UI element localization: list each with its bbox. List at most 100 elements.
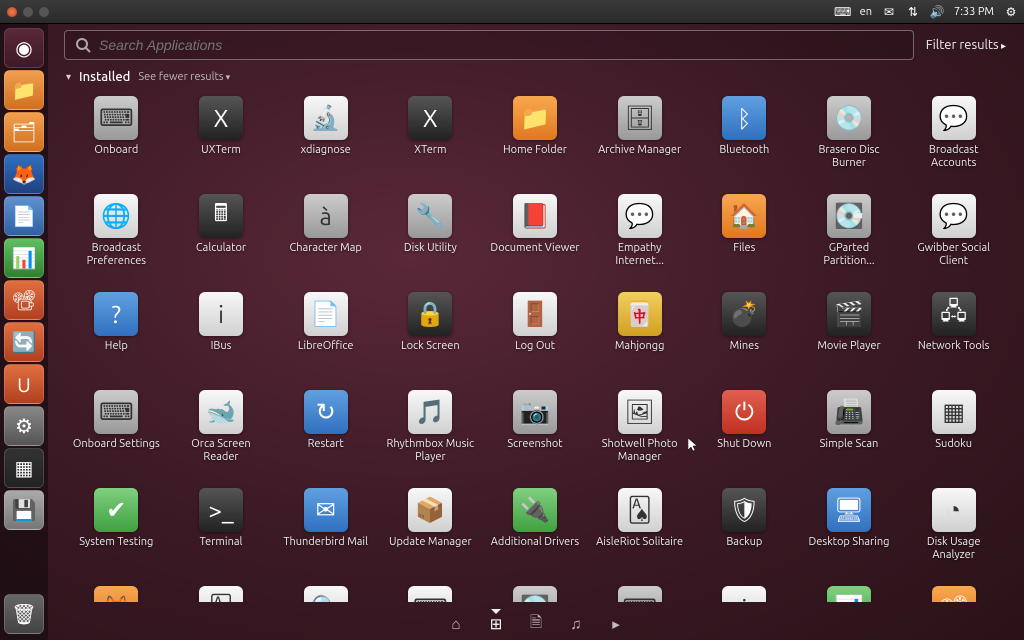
app-row47[interactable]: 🔍 <box>273 582 378 602</box>
launcher-item-firefox[interactable]: 🦊 <box>4 154 44 194</box>
app-rhythmbox-music-player[interactable]: 🎵Rhythmbox Music Player <box>378 386 483 482</box>
lens-video-icon[interactable]: ▸ <box>607 615 625 633</box>
app-archive-manager[interactable]: 🗄Archive Manager <box>587 92 692 188</box>
lens-applications-icon[interactable]: ⊞ <box>487 615 505 633</box>
app-lock-screen[interactable]: 🔒Lock Screen <box>378 288 483 384</box>
app-label: Help <box>105 340 128 353</box>
app-mines[interactable]: 💣Mines <box>692 288 797 384</box>
window-maximize-button[interactable] <box>38 6 50 18</box>
app-bluetooth[interactable]: ᛒBluetooth <box>692 92 797 188</box>
clock-label[interactable]: 7:33 PM <box>954 6 994 18</box>
filter-results-button[interactable]: Filter results <box>926 38 1006 52</box>
app-onboard-settings[interactable]: ⌨Onboard Settings <box>64 386 169 482</box>
app-brasero-disc-burner[interactable]: 💿Brasero Disc Burner <box>797 92 902 188</box>
app-row48[interactable]: ⌨ <box>378 582 483 602</box>
app-backup[interactable]: 🛡Backup <box>692 484 797 580</box>
launcher-item-workspace-switcher[interactable]: ▦ <box>4 448 44 488</box>
app-terminal[interactable]: >_Terminal <box>169 484 274 580</box>
app-label: UXTerm <box>201 144 241 157</box>
app-row51[interactable]: i <box>692 582 797 602</box>
app-label: Gwibber Social Client <box>908 242 1000 268</box>
network-icon[interactable]: ⇅ <box>906 5 920 19</box>
app-row49[interactable]: 💽 <box>483 582 588 602</box>
app-document-viewer[interactable]: 📕Document Viewer <box>483 190 588 286</box>
app-onboard[interactable]: ⌨Onboard <box>64 92 169 188</box>
app-broadcast-accounts[interactable]: 💬Broadcast Accounts <box>901 92 1006 188</box>
session-gear-icon[interactable]: ⚙ <box>1004 5 1018 19</box>
app-update-manager[interactable]: 📦Update Manager <box>378 484 483 580</box>
app-network-tools[interactable]: 🖧Network Tools <box>901 288 1006 384</box>
lens-music-icon[interactable]: ♫ <box>567 615 585 633</box>
launcher-item-mounted-drive[interactable]: 💾 <box>4 490 44 530</box>
search-input[interactable] <box>99 37 903 53</box>
keyboard-indicator-icon[interactable]: ⌨ <box>836 5 850 19</box>
window-controls <box>6 6 50 18</box>
app-log-out[interactable]: 🚪Log Out <box>483 288 588 384</box>
app-restart[interactable]: ↻Restart <box>273 386 378 482</box>
launcher-item-impress[interactable]: 📽 <box>4 280 44 320</box>
app-sudoku[interactable]: ▦Sudoku <box>901 386 1006 482</box>
expand-toggle-icon[interactable]: ▾ <box>66 71 71 83</box>
lens-home-icon[interactable]: ⌂ <box>447 615 465 633</box>
launcher-item-software-updater[interactable]: 🔄 <box>4 322 44 362</box>
app-character-map[interactable]: àCharacter Map <box>273 190 378 286</box>
app-empathy-internet[interactable]: 💬Empathy Internet... <box>587 190 692 286</box>
app-label: Shotwell Photo Manager <box>594 438 686 464</box>
app-gwibber-social-client[interactable]: 💬Gwibber Social Client <box>901 190 1006 286</box>
launcher-item-writer[interactable]: 📄 <box>4 196 44 236</box>
app-icon: 🛡 <box>722 488 766 532</box>
launcher-item-software-center[interactable]: U <box>4 364 44 404</box>
messages-icon[interactable]: ✉ <box>882 5 896 19</box>
launcher-item-calc[interactable]: 📊 <box>4 238 44 278</box>
input-language-label[interactable]: en <box>860 6 872 18</box>
see-fewer-results-link[interactable]: See fewer results <box>138 71 230 83</box>
lens-files-icon[interactable]: 🗎 <box>527 615 545 633</box>
app-orca-screen-reader[interactable]: 🐋Orca Screen Reader <box>169 386 274 482</box>
app-label: Sudoku <box>935 438 972 451</box>
launcher-item-system-settings[interactable]: ⚙ <box>4 406 44 446</box>
app-disk-utility[interactable]: 🔧Disk Utility <box>378 190 483 286</box>
app-libreoffice[interactable]: 📄LibreOffice <box>273 288 378 384</box>
app-shotwell-photo-manager[interactable]: 🖼Shotwell Photo Manager <box>587 386 692 482</box>
app-icon: 📠 <box>827 390 871 434</box>
app-desktop-sharing[interactable]: 🖥Desktop Sharing <box>797 484 902 580</box>
app-row52[interactable]: 📊 <box>797 582 902 602</box>
launcher-item-trash[interactable]: 🗑 <box>4 594 44 634</box>
launcher-item-ubuntu-dash[interactable]: ◉ <box>4 28 44 68</box>
app-calculator[interactable]: 🖩Calculator <box>169 190 274 286</box>
app-simple-scan[interactable]: 📠Simple Scan <box>797 386 902 482</box>
app-mahjongg[interactable]: 🀄Mahjongg <box>587 288 692 384</box>
launcher-item-nautilus[interactable]: 🗂 <box>4 112 44 152</box>
app-disk-usage-analyzer[interactable]: ◔Disk Usage Analyzer <box>901 484 1006 580</box>
volume-icon[interactable]: 🔊 <box>930 5 944 19</box>
launcher-item-home-folder[interactable]: 📁 <box>4 70 44 110</box>
app-help[interactable]: ?Help <box>64 288 169 384</box>
app-shut-down[interactable]: ⏻Shut Down <box>692 386 797 482</box>
app-files[interactable]: 🏠Files <box>692 190 797 286</box>
search-icon <box>75 37 91 53</box>
app-movie-player[interactable]: 🎬Movie Player <box>797 288 902 384</box>
app-icon: X <box>199 96 243 140</box>
app-label: IBus <box>211 340 232 353</box>
app-icon: 🔬 <box>304 96 348 140</box>
app-row46[interactable]: 🂱 <box>169 582 274 602</box>
app-aisleriot-solitaire[interactable]: 🂡AisleRiot Solitaire <box>587 484 692 580</box>
app-row53[interactable]: 📽 <box>901 582 1006 602</box>
top-panel: ⌨ en ✉ ⇅ 🔊 7:33 PM ⚙ <box>0 0 1024 24</box>
app-broadcast-preferences[interactable]: 🌐Broadcast Preferences <box>64 190 169 286</box>
app-gparted-partition[interactable]: 💽GParted Partition... <box>797 190 902 286</box>
app-system-testing[interactable]: ✔System Testing <box>64 484 169 580</box>
app-thunderbird-mail[interactable]: ✉Thunderbird Mail <box>273 484 378 580</box>
app-xdiagnose[interactable]: 🔬xdiagnose <box>273 92 378 188</box>
window-minimize-button[interactable] <box>22 6 34 18</box>
search-box[interactable] <box>64 30 914 60</box>
app-uxterm[interactable]: X UXTerm <box>169 92 274 188</box>
app-screenshot[interactable]: 📷Screenshot <box>483 386 588 482</box>
app-row45[interactable]: 🦊 <box>64 582 169 602</box>
app-row50[interactable]: ⌨ <box>587 582 692 602</box>
window-close-button[interactable] <box>6 6 18 18</box>
app-xterm[interactable]: XXTerm <box>378 92 483 188</box>
app-additional-drivers[interactable]: 🔌Additional Drivers <box>483 484 588 580</box>
app-home-folder[interactable]: 📁Home Folder <box>483 92 588 188</box>
app-ibus[interactable]: iIBus <box>169 288 274 384</box>
